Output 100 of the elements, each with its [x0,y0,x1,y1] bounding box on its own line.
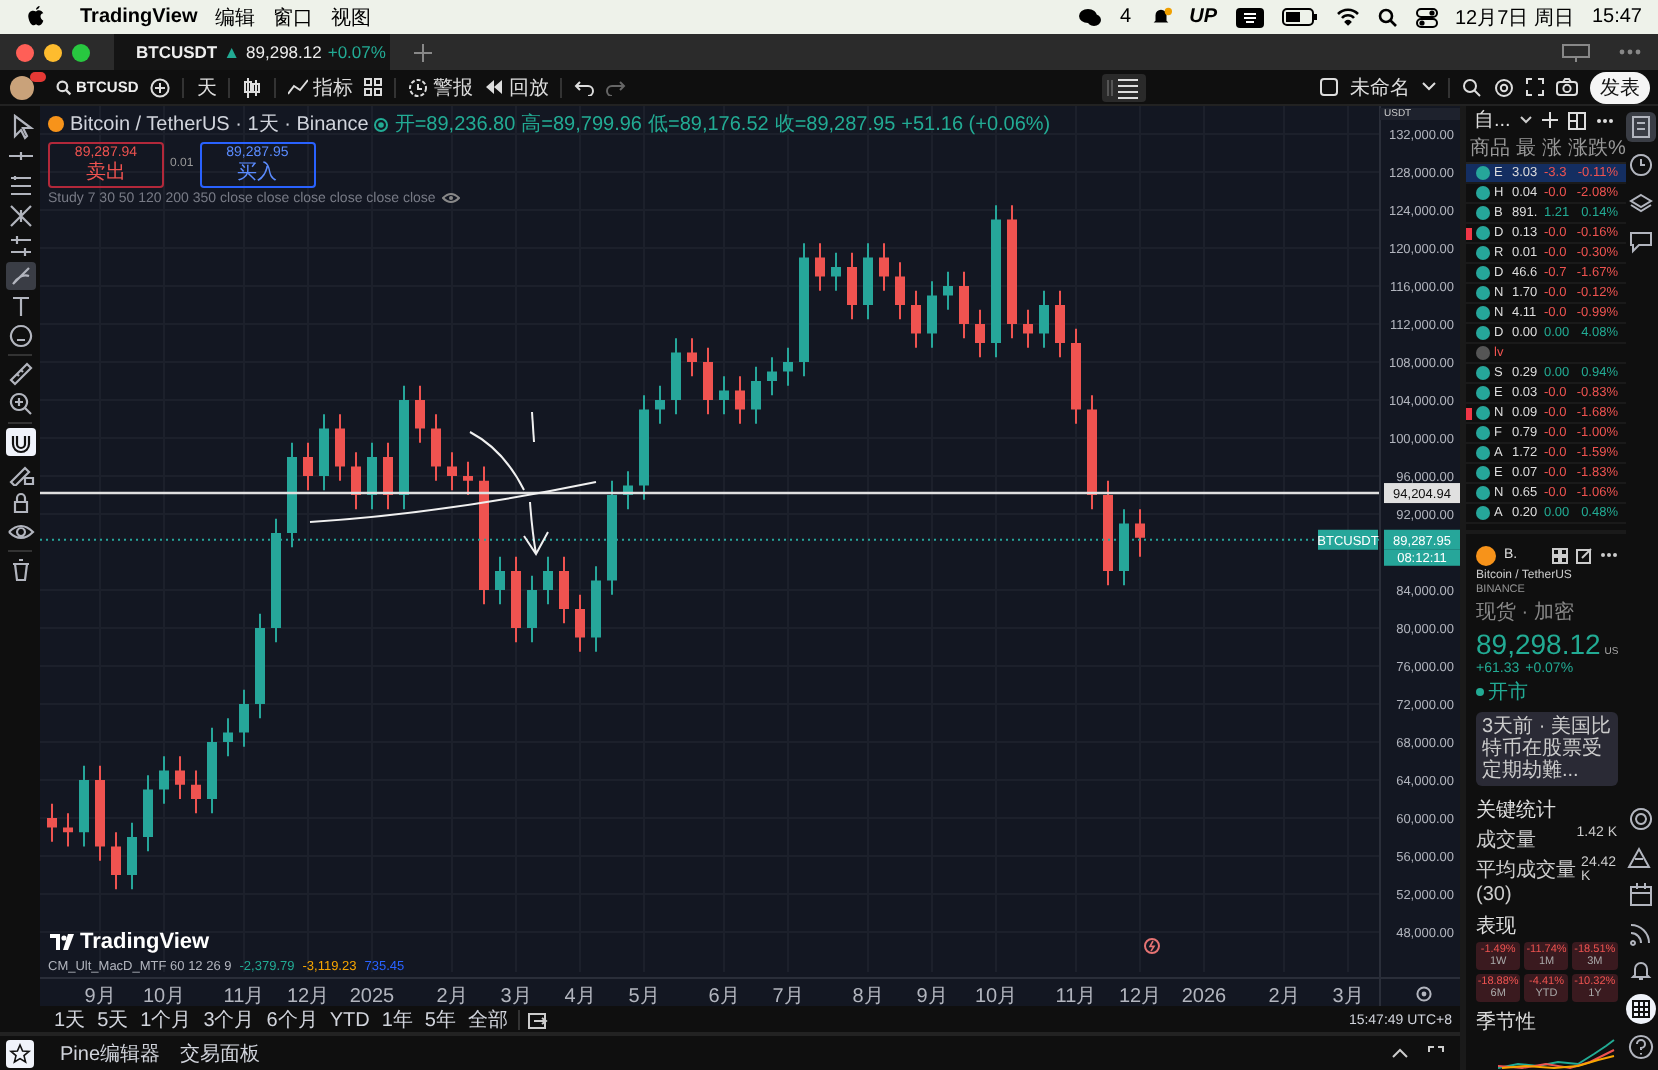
menu-item[interactable]: 窗口 [273,3,314,31]
zoom-window-icon[interactable] [72,43,90,61]
zoom-icon[interactable] [5,390,35,418]
date-text[interactable]: 12月7日 周日 [1455,3,1574,31]
lines-icon[interactable] [5,172,35,200]
clock-text[interactable]: 15:47 [1591,6,1642,28]
control-center-icon[interactable] [1415,7,1437,27]
publish-button[interactable]: 发表 [1590,71,1650,103]
alert-button[interactable]: 警报 [408,73,473,101]
chart-tab[interactable]: BTCUSDT ▲ 89,298.12 +0.07% [114,34,390,70]
drawn-arrow[interactable] [523,501,549,555]
sliders-icon[interactable] [5,232,35,260]
range-button[interactable]: 1天 [52,1006,88,1034]
range-button[interactable]: 1个月 [138,1006,194,1034]
grid-icon[interactable] [364,78,383,96]
replay-button[interactable]: 回放 [484,73,549,101]
candles-icon[interactable] [242,77,263,97]
chevron-up-icon[interactable] [1392,1048,1408,1058]
flag-marker[interactable] [1466,227,1472,239]
candle [95,764,105,862]
chevron-down-icon[interactable] [1422,82,1436,92]
status-label[interactable]: UP [1189,6,1217,28]
column-header[interactable]: 最 [1516,134,1536,162]
drawn-stroke[interactable] [531,411,535,443]
watchlist-selector[interactable]: 自... [1474,106,1511,134]
apple-icon[interactable] [26,6,46,28]
panel-handle-icon[interactable] [1101,73,1146,101]
chevron-down-icon[interactable] [1520,116,1533,124]
column-header[interactable]: 商品 [1470,134,1510,162]
square-icon[interactable] [1320,78,1338,96]
panel-tab[interactable]: 交易面板 [180,1039,261,1067]
chat-icon[interactable] [1078,7,1103,27]
range-button[interactable]: 全部 [465,1006,510,1034]
add-symbol-icon[interactable] [150,77,171,97]
drawn-line[interactable] [309,481,597,523]
camera-icon[interactable] [1556,78,1578,96]
chat-icon[interactable] [1626,226,1657,256]
indicators-button[interactable]: 指标 [288,73,353,101]
edit-icon[interactable] [1575,547,1592,563]
chart-title[interactable]: Bitcoin / TetherUS · 1天 · Binance [70,110,369,138]
redo-icon[interactable] [606,79,627,95]
range-button[interactable]: 1年 [379,1006,415,1034]
help-icon[interactable] [1626,1032,1657,1062]
flag-marker[interactable] [1466,407,1472,419]
more-icon[interactable] [1599,552,1618,558]
grid-icon[interactable] [1626,994,1657,1024]
list-icon[interactable] [1626,112,1657,142]
menu-item[interactable]: 编辑 [215,3,256,31]
battery-icon[interactable] [1281,8,1317,26]
layout-name[interactable]: 未命名 [1350,73,1410,101]
layers-icon[interactable] [1626,188,1657,218]
bell-icon[interactable] [1626,956,1657,986]
emoji-icon[interactable] [5,322,35,350]
magnet-icon[interactable] [5,428,35,456]
fullscreen-icon[interactable] [1526,78,1544,96]
date-range-icon[interactable] [527,1011,548,1029]
keyboard-icon[interactable] [1235,7,1263,27]
range-button[interactable]: 5天 [95,1006,131,1034]
status-dot-icon [374,117,389,131]
target-icon[interactable] [1626,804,1657,834]
price-line[interactable] [40,538,1381,541]
app-menu[interactable]: TradingView [80,6,198,28]
settings-icon[interactable] [1416,986,1432,1002]
grid-icon[interactable] [1551,547,1568,563]
menu-item[interactable]: 视图 [331,3,372,31]
seasonality-chart [1497,1038,1618,1070]
range-button[interactable]: 3个月 [201,1006,257,1034]
interval-button[interactable]: 天 [196,73,217,101]
avatar[interactable] [10,75,34,99]
ohlc-value: 高=89,799.96 [521,111,642,138]
layout-icon[interactable] [1568,111,1587,129]
search-icon[interactable] [1377,7,1397,27]
pattern-icon[interactable] [5,202,35,230]
minimize-window-icon[interactable] [44,43,62,61]
column-header[interactable]: 涨跌% [1568,134,1626,162]
quick-search-icon[interactable] [1462,77,1482,97]
more-icon[interactable] [1596,117,1615,123]
candle [463,460,473,496]
brush-icon[interactable] [5,262,35,290]
range-button[interactable]: YTD [327,1009,372,1031]
eye-icon[interactable] [441,192,460,205]
star-icon[interactable] [6,1039,34,1067]
ruler-icon[interactable] [5,360,35,388]
bell-icon[interactable] [1149,6,1172,28]
window-layout-icon[interactable] [1562,43,1590,61]
close-window-icon[interactable] [16,43,34,61]
undo-icon[interactable] [574,79,595,95]
wifi-icon[interactable] [1335,8,1359,26]
panel-tab[interactable]: Pine编辑器 [60,1039,161,1067]
news-card[interactable]: 3天前 · 美国比特币在股票受定期劫難... [1476,712,1618,786]
horizontal-line[interactable] [40,491,1380,495]
calendar-icon[interactable] [1626,880,1657,910]
candle [207,726,217,815]
column-header[interactable]: 涨 [1542,134,1562,162]
range-button[interactable]: 5年 [422,1006,458,1034]
lightning-icon[interactable] [1144,938,1160,954]
clock-icon[interactable] [1626,150,1657,180]
range-button[interactable]: 6个月 [264,1006,320,1034]
drawn-stroke[interactable] [469,431,525,491]
settings-icon[interactable] [1494,77,1514,97]
